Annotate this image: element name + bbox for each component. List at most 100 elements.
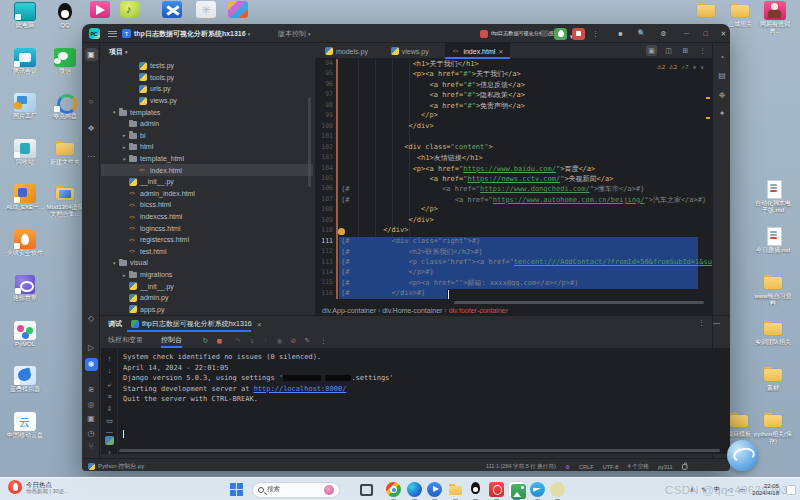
tree-row-admin[interactable]: admin <box>101 118 313 130</box>
user-icon[interactable]: ☻ <box>615 28 626 39</box>
inspection-widget[interactable]: ⚠2⚠2✓7∧∨ <box>657 64 704 70</box>
layout-grid-icon[interactable]: ⊞ <box>680 45 691 56</box>
git-icon[interactable]: ⑂ <box>85 440 98 453</box>
plugins-icon[interactable]: ✦ <box>716 107 729 120</box>
close-button[interactable]: ✕ <box>718 28 729 39</box>
breadcrumb-item[interactable]: div.Home-container <box>382 307 442 314</box>
floating-assistant-ball[interactable] <box>727 440 758 471</box>
desktop-icon-蓝叠模拟器[interactable]: 蓝叠模拟器 <box>6 366 44 393</box>
desktop-icon-python相关(保存)[interactable]: python相关(保存) <box>753 411 793 444</box>
desktop-icon-实训团队相关[interactable]: 实训团队相关 <box>753 319 793 346</box>
ai-assistant-icon[interactable]: ❉ <box>716 89 729 102</box>
step-over-icon[interactable]: ↷ <box>233 336 242 345</box>
interpreter[interactable]: py311 <box>658 463 673 469</box>
colorpic-icon[interactable]: ▦ <box>105 436 114 445</box>
desktop-icon-中国移动云盘[interactable]: 中国移动云盘 <box>6 412 44 439</box>
bookmarks-icon[interactable]: ◇ <box>85 312 98 325</box>
stop-icon[interactable]: ◼ <box>215 336 224 345</box>
tree-row-tools.py[interactable]: tools.py <box>101 72 313 84</box>
next-icon[interactable]: ∨ <box>700 64 704 70</box>
desktop-icon-AU3_EXE一...[interactable]: AU3_EXE一... <box>6 184 44 211</box>
structure-icon[interactable]: ❖ <box>85 122 98 135</box>
breadcrumb-item[interactable]: div.footer-container <box>449 307 508 314</box>
tree-row-index.html[interactable]: <>index.html <box>101 164 313 176</box>
editor-more-icon[interactable]: ⋮ <box>697 45 708 56</box>
view-breakpoints-icon[interactable]: ◉ <box>275 336 284 345</box>
lock-icon[interactable] <box>682 463 688 469</box>
project-folder-icon[interactable]: ▣ <box>85 48 98 61</box>
desktop-icon-回收站[interactable]: 回收站 <box>6 139 44 166</box>
desktop-icon-迷你世界[interactable]: 迷你世界 <box>6 275 44 302</box>
pycharm-logo[interactable] <box>89 28 100 39</box>
search-box[interactable]: 搜索 <box>252 482 340 498</box>
main-menu-button[interactable] <box>107 24 117 43</box>
scroll-end-icon[interactable]: ≡ <box>104 392 115 402</box>
vcs-selector[interactable]: 版本控制▾ <box>278 24 311 43</box>
desktop-icon-www晚自习资料[interactable]: www晚自习资料 <box>753 273 793 306</box>
editor-hscrollbar[interactable] <box>454 301 704 304</box>
desktop-icon-新建文件夹[interactable]: 新建文件夹 <box>46 139 84 166</box>
desktop-icon-top[interactable] <box>160 1 184 18</box>
tree-row-urls.py[interactable]: urls.py <box>101 83 313 95</box>
desktop-icon-此电脑[interactable]: 此电脑 <box>6 2 44 29</box>
more-actions-icon[interactable]: ⋮ <box>590 28 601 39</box>
profiler-icon[interactable]: ◷ <box>85 427 98 440</box>
scroll-up-icon[interactable]: ↑ <box>104 354 115 364</box>
tab-models.py[interactable]: models.py <box>318 43 375 59</box>
notifications-bell-icon[interactable]: ◔ <box>716 51 729 64</box>
taskbar-app-pycharm-green[interactable] <box>509 482 524 497</box>
taskbar-app-qq[interactable] <box>468 482 483 497</box>
debug-icon-active[interactable]: ❋ <box>85 358 98 371</box>
caret-position[interactable]: 111:1 (284 字符,5 行 换行符) <box>486 462 556 470</box>
desktop-icon-今日题摘.md[interactable]: 今日题摘.md <box>753 227 793 254</box>
news-widget[interactable]: 今日热点动画新闻 | 30还... <box>8 480 69 494</box>
scroll-down-icon[interactable]: ↓ <box>104 366 115 376</box>
task-view-button[interactable] <box>360 484 373 496</box>
indent-style[interactable]: 4 个空格 <box>628 462 649 470</box>
console-more-icon[interactable]: ⋮ <box>319 336 328 345</box>
desktop-icon-夸克网盘[interactable]: 夸克网盘 <box>46 93 84 120</box>
desktop-icon-腾讯会议[interactable]: 腾讯会议 <box>6 48 44 75</box>
tab-close-icon[interactable]: ✕ <box>257 321 262 328</box>
desktop-icon-PyMOL[interactable]: PyMOL <box>6 321 44 348</box>
settings-gear-icon[interactable]: ⚙ <box>565 463 570 469</box>
terminal-icon[interactable]: ▣ <box>85 412 98 425</box>
tree-row-views.py[interactable]: views.py <box>101 95 313 107</box>
desktop-icon-火绒安全软件[interactable]: 火绒安全软件 <box>6 230 44 257</box>
taskbar-app-media-player[interactable] <box>427 482 442 497</box>
taskbar-app-yellow-app[interactable] <box>550 482 565 497</box>
desktop-icon-网易有道词典...[interactable]: 网易有道词典... <box>755 1 795 34</box>
desktop-icon-top[interactable] <box>226 1 250 18</box>
tree-row-bi[interactable]: ▸bi <box>101 130 313 142</box>
maximize-button[interactable]: □ <box>700 28 711 39</box>
layout-single-icon[interactable]: ▣ <box>646 45 657 56</box>
tab-views.py[interactable]: views.py <box>384 43 436 59</box>
commit-icon[interactable]: ○ <box>85 95 98 108</box>
desktop-icon-Mod1364遗留 文档合集...[interactable]: Mod1364遗留 文档合集... <box>46 184 84 217</box>
step-out-icon[interactable]: ↑ <box>261 336 270 345</box>
tab-index.html[interactable]: <>index.html✕ <box>445 43 510 59</box>
tab-threads[interactable]: 线程和变量 <box>108 332 143 348</box>
tree-row-templates[interactable]: ▾templates <box>101 106 313 118</box>
taskbar-app-netease-music[interactable] <box>489 482 504 497</box>
pin-icon[interactable]: ✎ <box>303 336 312 345</box>
breadcrumb-item[interactable]: div.App-container <box>322 307 376 314</box>
tree-row-apps.py[interactable]: apps.py <box>101 304 313 315</box>
clear-icon[interactable]: ▭ <box>104 416 115 426</box>
desktop-icon-微信[interactable]: 微信 <box>46 48 84 75</box>
print-icon[interactable]: ⇩ <box>104 404 115 414</box>
file-encoding[interactable]: UTF-8 <box>603 463 619 469</box>
tree-row-visual[interactable]: ▾visual <box>101 257 313 269</box>
minimize-button[interactable]: — <box>681 28 692 39</box>
console-hscrollbar[interactable] <box>119 449 720 452</box>
project-scrollbar[interactable] <box>308 97 311 187</box>
tree-row-template_html[interactable]: ▾template_html <box>101 153 313 165</box>
desktop-icon-图片工厂[interactable]: 图片工厂 <box>6 93 44 120</box>
services-icon[interactable]: ≋ <box>85 383 98 396</box>
desktop-icon-top[interactable] <box>194 1 218 18</box>
search-icon[interactable]: 🔍 <box>636 28 647 39</box>
database-icon[interactable]: ▤ <box>716 69 729 82</box>
start-button[interactable] <box>230 483 243 496</box>
settings-gear-icon[interactable]: ⚙ <box>658 28 669 39</box>
tree-row-html[interactable]: ▸html <box>101 141 313 153</box>
